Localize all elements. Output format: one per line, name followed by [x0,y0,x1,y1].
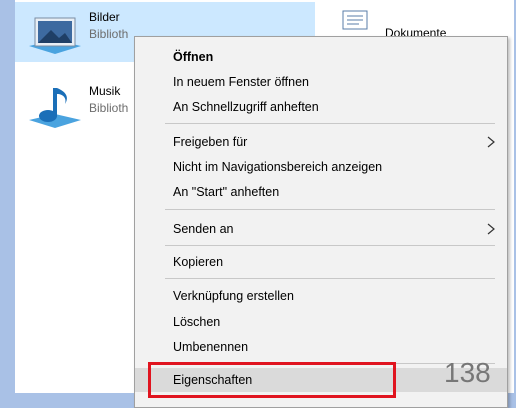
menu-item-hide-navigation[interactable]: Nicht im Navigationsbereich anzeigen [135,155,507,179]
menu-item-label: Nicht im Navigationsbereich anzeigen [173,160,383,174]
menu-item-share[interactable]: Freigeben für [135,130,507,154]
menu-item-pin-quick-access[interactable]: An Schnellzugriff anheften [135,95,507,119]
context-menu: Öffnen In neuem Fenster öffnen An Schnel… [134,36,508,408]
library-title: Musik [89,84,121,98]
chevron-right-icon [487,136,495,148]
menu-item-open-new-window[interactable]: In neuem Fenster öffnen [135,70,507,94]
menu-item-label: Umbenennen [173,340,249,354]
menu-item-rename[interactable]: Umbenennen [135,335,507,359]
menu-item-label: An Schnellzugriff anheften [173,100,319,114]
slide-page-number: 138 [444,357,491,388]
menu-item-label: Kopieren [173,255,224,269]
menu-item-pin-start[interactable]: An "Start" anheften [135,180,507,204]
menu-item-copy[interactable]: Kopieren [135,250,507,274]
documents-library-icon [342,10,368,30]
pictures-library-icon [29,17,81,54]
menu-separator [165,245,495,246]
library-subtitle: Biblioth [89,27,129,41]
library-title: Bilder [89,10,120,24]
menu-separator [165,278,495,279]
menu-item-label: Öffnen [173,50,214,64]
menu-separator [165,209,495,210]
chevron-right-icon [487,223,495,235]
menu-item-delete[interactable]: Löschen [135,310,507,334]
menu-item-open[interactable]: Öffnen [135,45,507,69]
menu-item-label: In neuem Fenster öffnen [173,75,309,89]
menu-item-send-to[interactable]: Senden an [135,217,507,241]
menu-item-label: Verknüpfung erstellen [173,289,294,303]
menu-item-label: Freigeben für [173,135,248,149]
menu-item-label: Löschen [173,315,221,329]
menu-item-label: An "Start" anheften [173,185,280,199]
library-subtitle: Biblioth [89,101,129,115]
music-library-icon [29,88,81,128]
menu-item-label: Senden an [173,222,234,236]
menu-item-create-shortcut[interactable]: Verknüpfung erstellen [135,284,507,308]
menu-separator [165,123,495,124]
library-tile-musik[interactable]: Musik Biblioth [15,76,145,136]
